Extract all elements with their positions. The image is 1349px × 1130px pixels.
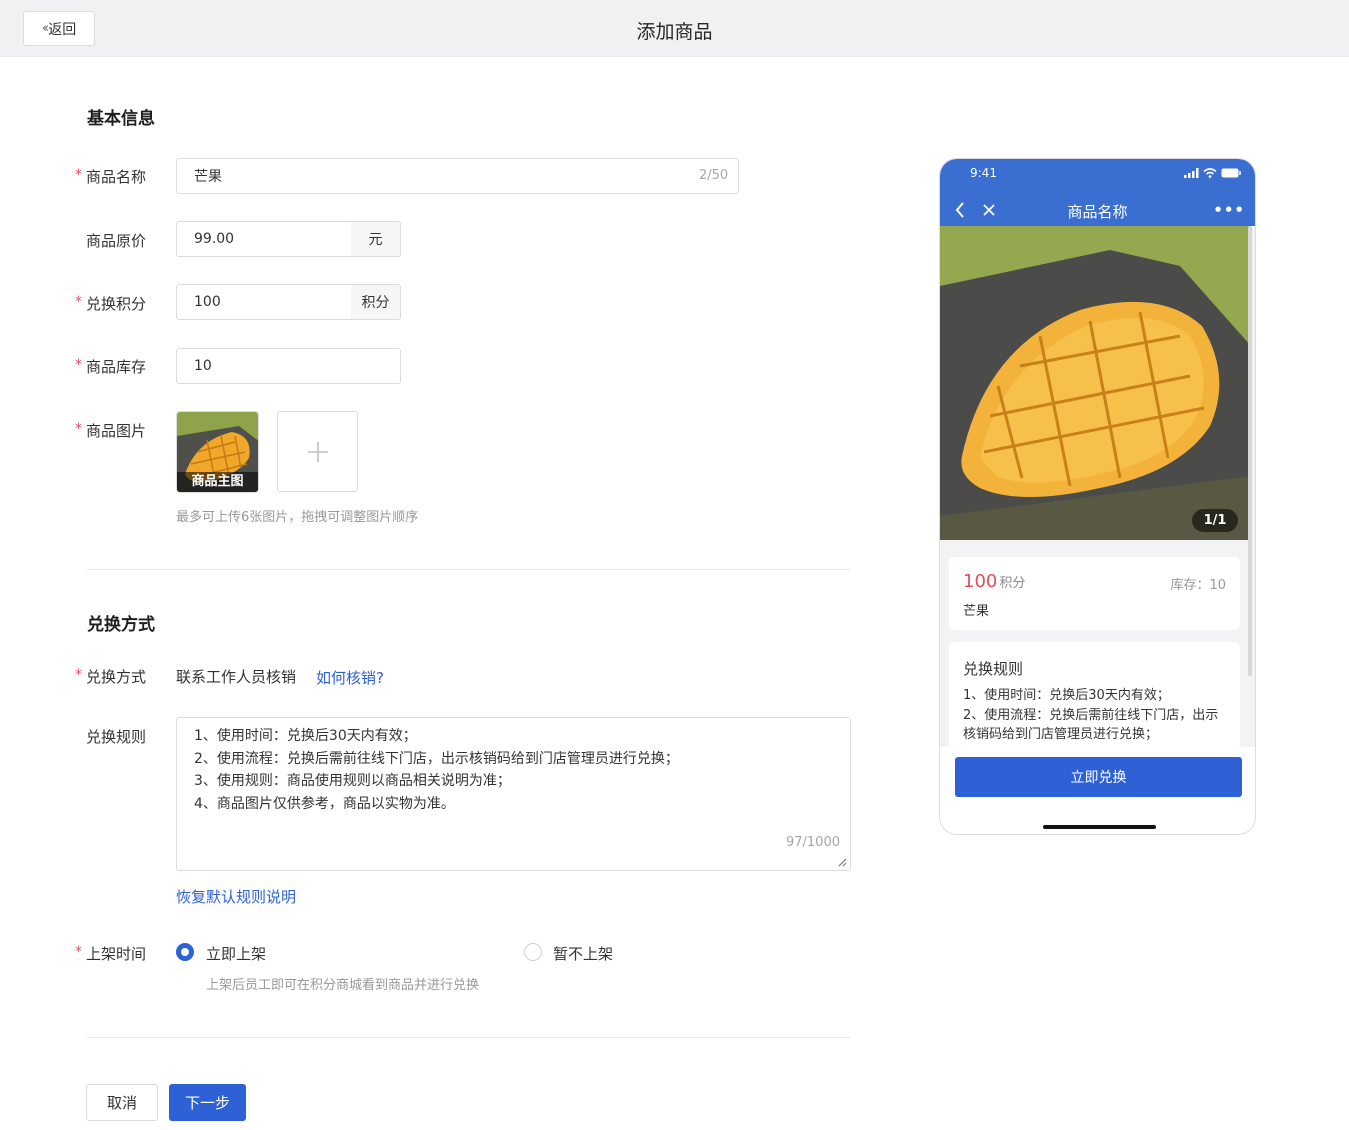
points-unit: 积分	[351, 284, 401, 320]
status-icons	[1184, 168, 1241, 178]
preview-stock: 库存：10	[1170, 578, 1226, 593]
required-mark: *	[75, 167, 82, 183]
exchange-now-button[interactable]: 立即兑换	[955, 757, 1242, 797]
name-char-count: 2/50	[699, 168, 729, 183]
preview-nav-title: 商品名称	[1067, 203, 1128, 221]
more-icon[interactable]: •••	[1213, 201, 1245, 219]
divider	[87, 569, 850, 570]
required-mark: *	[75, 294, 82, 310]
product-image	[940, 226, 1251, 540]
main-image-caption: 商品主图	[177, 472, 258, 492]
required-mark: *	[75, 357, 82, 373]
plus-icon	[307, 441, 328, 462]
name-label: 商品名称	[86, 168, 147, 186]
required-mark: *	[75, 421, 82, 437]
required-mark: *	[75, 944, 82, 960]
radio-shelf-later[interactable]	[524, 943, 542, 961]
method-label: 兑换方式	[86, 668, 147, 686]
cancel-button[interactable]: 取消	[86, 1084, 158, 1121]
rules-line: 2、使用流程：兑换后需前往线下门店，出示核销码给到门店管理员进行兑换；	[194, 750, 679, 767]
price-unit: 元	[351, 221, 401, 257]
price-input[interactable]: 99.00	[176, 221, 352, 257]
points-label: 兑换积分	[86, 295, 147, 313]
battery-icon	[1221, 168, 1241, 178]
scrollbar[interactable]	[1248, 226, 1252, 676]
points-input[interactable]: 100	[176, 284, 352, 320]
preview-points-value: 100	[963, 571, 998, 592]
mango-image	[940, 226, 1251, 540]
name-value: 芒果	[194, 169, 222, 185]
price-value: 99.00	[194, 231, 235, 247]
stock-input[interactable]: 10	[176, 348, 401, 384]
status-time: 9:41	[970, 166, 997, 180]
image-pager: 1/1	[1192, 509, 1238, 532]
rules-label: 兑换规则	[86, 728, 147, 746]
add-image-button[interactable]	[277, 411, 358, 492]
how-to-verify-link[interactable]: 如何核销?	[316, 667, 384, 688]
radio-shelf-now[interactable]	[176, 943, 194, 961]
divider	[87, 1037, 850, 1038]
rules-char-count: 97/1000	[785, 834, 840, 850]
home-indicator	[1043, 825, 1156, 829]
image-hint: 最多可上传6张图片，拖拽可调整图片顺序	[176, 510, 419, 525]
phone-header: 9:41 商品名称 •••	[940, 159, 1255, 226]
page-title: 添加商品	[636, 21, 713, 43]
required-mark: *	[75, 667, 82, 683]
preview-points: 100 积分	[963, 571, 1025, 592]
restore-default-rules-link[interactable]: 恢复默认规则说明	[176, 886, 296, 907]
stock-value: 10	[194, 358, 212, 374]
price-card: 100 积分 库存：10 芒果	[949, 557, 1240, 630]
preview-name: 芒果	[963, 604, 990, 619]
shelf-label: 上架时间	[86, 945, 147, 963]
preview-rules-title: 兑换规则	[963, 660, 1024, 678]
phone-preview: 9:41 商品名称 ••• 1/1 100 积分 库存：10 芒果 兑换规则 1…	[939, 158, 1256, 835]
image-label: 商品图片	[86, 422, 147, 440]
wifi-icon	[1203, 168, 1217, 178]
preview-rules-text: 1、使用时间：兑换后30天内有效； 2、使用流程：兑换后需前往线下门店，出示核销…	[963, 688, 1219, 742]
resize-handle-icon[interactable]	[837, 857, 847, 867]
next-step-button[interactable]: 下一步	[169, 1084, 246, 1121]
radio-shelf-later-label[interactable]: 暂不上架	[553, 943, 613, 964]
top-bar: ‹‹ 返回 添加商品	[0, 0, 1349, 57]
main-image-thumbnail[interactable]: 商品主图	[176, 411, 259, 493]
rules-line: 4、商品图片仅供参考，商品以实物为准。	[194, 795, 455, 812]
section-title-basic: 基本信息	[87, 109, 155, 129]
price-label: 商品原价	[86, 232, 147, 250]
rules-card: 兑换规则 1、使用时间：兑换后30天内有效； 2、使用流程：兑换后需前往线下门店…	[949, 642, 1240, 752]
section-title-exchange: 兑换方式	[87, 615, 155, 635]
radio-shelf-now-label[interactable]: 立即上架	[206, 943, 266, 964]
points-value: 100	[194, 294, 221, 310]
rules-textarea[interactable]: 1、使用时间：兑换后30天内有效； 2、使用流程：兑换后需前往线下门店，出示核销…	[176, 717, 851, 871]
preview-bottom-bar: 立即兑换	[940, 747, 1255, 834]
preview-points-unit: 积分	[999, 576, 1026, 591]
signal-icon	[1184, 168, 1199, 178]
rules-line: 3、使用规则：商品使用规则以商品相关说明为准；	[194, 773, 511, 789]
shelf-hint: 上架后员工即可在积分商城看到商品并进行兑换	[206, 978, 480, 993]
rules-line: 1、使用时间：兑换后30天内有效；	[194, 728, 417, 744]
stock-label: 商品库存	[86, 358, 147, 376]
name-input[interactable]: 芒果	[176, 158, 739, 194]
method-value: 联系工作人员核销	[176, 668, 297, 686]
